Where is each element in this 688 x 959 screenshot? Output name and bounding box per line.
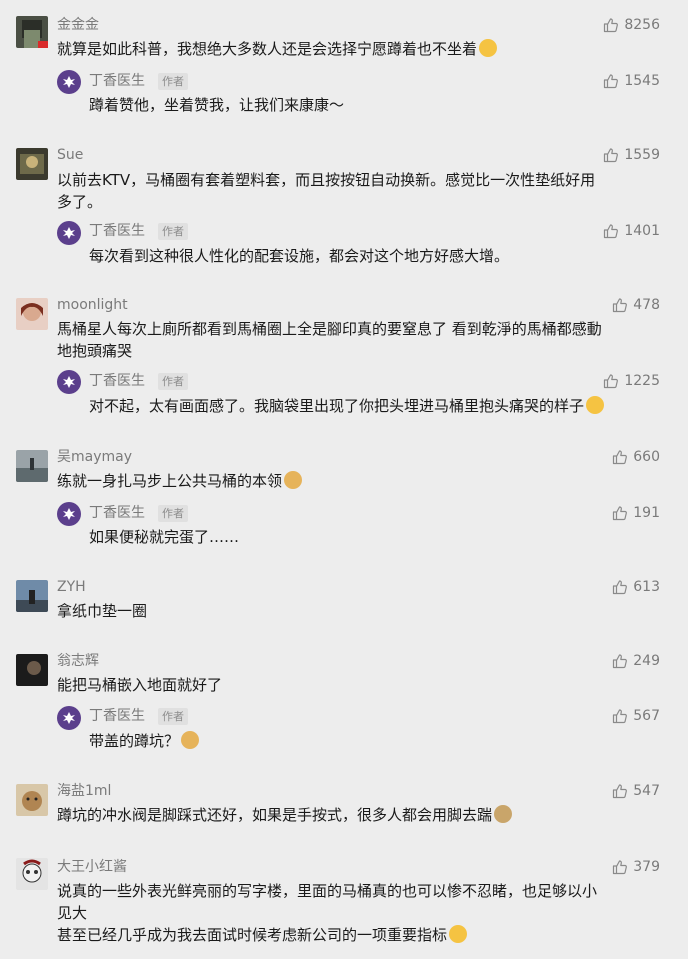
reply-text: 如果便秘就完蛋了…… (89, 528, 240, 546)
reply-author-name[interactable]: 丁香医生 (89, 372, 145, 390)
author-tag: 作者 (158, 373, 188, 390)
like-button[interactable]: 1559 (603, 146, 660, 164)
like-count: 8256 (624, 17, 660, 33)
thumbs-up-icon (612, 297, 628, 313)
like-count: 1559 (624, 147, 660, 163)
reply-text: 对不起，太有画面感了。我脑袋里出现了你把头埋进马桶里抱头痛哭的样子 (89, 395, 669, 417)
author-avatar[interactable] (57, 221, 81, 245)
comment-nickname[interactable]: 海盐1ml (57, 782, 111, 800)
like-count: 660 (633, 449, 660, 465)
author-avatar[interactable] (57, 502, 81, 526)
like-count: 478 (633, 297, 660, 313)
like-button[interactable]: 191 (612, 504, 660, 522)
comment-text: 就算是如此科普，我想绝大多数人还是会选择宁愿蹲着也不坐着 (57, 38, 667, 60)
like-button[interactable]: 478 (612, 296, 660, 314)
thumbs-up-icon (612, 859, 628, 875)
reply-author-name[interactable]: 丁香医生 (89, 707, 145, 725)
thumbs-up-icon (603, 17, 619, 33)
author-avatar[interactable] (57, 370, 81, 394)
avatar[interactable] (16, 450, 48, 482)
avatar[interactable] (16, 654, 48, 686)
like-button[interactable]: 567 (612, 707, 660, 725)
like-count: 1225 (624, 373, 660, 389)
like-button[interactable]: 1225 (603, 372, 660, 390)
author-tag: 作者 (158, 505, 188, 522)
thumbs-up-icon (612, 783, 628, 799)
comment-text: 蹲坑的冲水阀是脚踩式还好，如果是手按式，很多人都会用脚去踹 (57, 804, 667, 826)
thumbs-up-icon (603, 147, 619, 163)
comment-nickname[interactable]: 金金金 (57, 16, 99, 34)
kick-emoji-icon (494, 805, 513, 823)
comment-text: 以前去KTV，马桶圈有套着塑料套，而且按按钮自动换新。感觉比一次性垫纸好用 多了… (57, 171, 596, 211)
like-button[interactable]: 1545 (603, 72, 660, 90)
avatar[interactable] (16, 784, 48, 816)
thumbs-up-icon (603, 373, 619, 389)
reply-text: 带盖的蹲坑？ (89, 730, 669, 752)
like-button[interactable]: 1401 (603, 222, 660, 240)
author-tag: 作者 (158, 708, 188, 725)
like-count: 1401 (624, 223, 660, 239)
badge-flag-icon (38, 41, 48, 48)
avatar[interactable] (16, 298, 48, 330)
thumbs-up-icon (612, 449, 628, 465)
comment-text: 练就一身扎马步上公共马桶的本领 (57, 470, 667, 492)
like-count: 191 (633, 505, 660, 521)
comment-text: 能把马桶嵌入地面就好了 (57, 676, 223, 694)
like-count: 567 (633, 708, 660, 724)
comment-nickname[interactable]: Sue (57, 146, 83, 164)
thumbs-up-icon (612, 505, 628, 521)
reply-text: 蹲着赞他，坐着赞我，让我们来康康～ (89, 96, 345, 114)
like-count: 547 (633, 783, 660, 799)
author-tag: 作者 (158, 223, 188, 240)
thumbs-up-icon (612, 708, 628, 724)
comment-text: 说真的一些外表光鲜亮丽的写字楼，里面的马桶真的也可以惨不忍睹，也足够以小 见大 … (57, 882, 598, 944)
avatar[interactable] (16, 858, 48, 890)
comment-nickname[interactable]: 大王小红酱 (57, 858, 127, 876)
author-tag: 作者 (158, 73, 188, 90)
like-count: 249 (633, 653, 660, 669)
comment-text: 馬桶星人每次上廁所都看到馬桶圈上全是腳印真的要窒息了 看到乾淨的馬桶都感動 地抱… (57, 320, 602, 360)
like-button[interactable]: 660 (612, 448, 660, 466)
reply-author-name[interactable]: 丁香医生 (89, 504, 145, 522)
thumbs-up-icon (603, 223, 619, 239)
comment-nickname[interactable]: moonlight (57, 296, 128, 314)
doge-emoji-icon (181, 731, 200, 749)
author-avatar[interactable] (57, 70, 81, 94)
reply-text: 每次看到这种很人性化的配套设施，都会对这个地方好感大增。 (89, 247, 510, 265)
comment-nickname[interactable]: 吴maymay (57, 448, 132, 466)
avatar[interactable] (16, 580, 48, 612)
like-button[interactable]: 547 (612, 782, 660, 800)
doge-emoji-icon (284, 471, 303, 489)
thumbs-up-icon (612, 653, 628, 669)
reply-author-name[interactable]: 丁香医生 (89, 72, 145, 90)
like-button[interactable]: 613 (612, 578, 660, 596)
like-button[interactable]: 249 (612, 652, 660, 670)
crying-emoji-icon (586, 396, 605, 414)
comment-nickname[interactable]: ZYH (57, 578, 86, 596)
like-count: 613 (633, 579, 660, 595)
reply-author-name[interactable]: 丁香医生 (89, 222, 145, 240)
comment-nickname[interactable]: 翁志辉 (57, 652, 99, 670)
like-count: 1545 (624, 73, 660, 89)
comment-text: 拿纸巾垫一圈 (57, 602, 148, 620)
author-avatar[interactable] (57, 706, 81, 730)
thumbs-up-icon (612, 579, 628, 595)
like-button[interactable]: 379 (612, 858, 660, 876)
like-count: 379 (633, 859, 660, 875)
avatar[interactable] (16, 148, 48, 180)
smile-emoji-icon (449, 925, 468, 943)
thinking-emoji-icon (479, 39, 498, 57)
like-button[interactable]: 8256 (603, 16, 660, 34)
thumbs-up-icon (603, 73, 619, 89)
